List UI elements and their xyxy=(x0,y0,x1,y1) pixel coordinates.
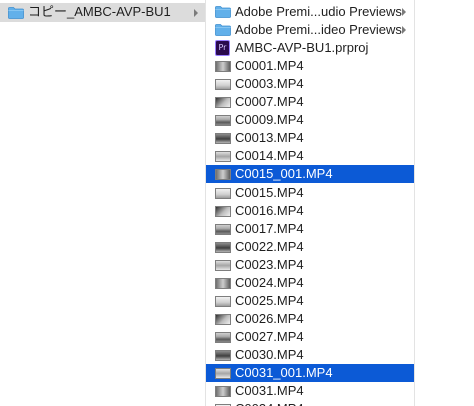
file-name-label: C0034.MP4 xyxy=(235,401,304,406)
file-name-label: C0026.MP4 xyxy=(235,310,304,326)
file-row[interactable]: C0001.MP4 xyxy=(206,57,414,75)
file-name-label: C0017.MP4 xyxy=(235,220,304,236)
file-name-label: C0015_001.MP4 xyxy=(235,166,333,182)
column-3[interactable] xyxy=(415,0,474,406)
file-name-label: C0016.MP4 xyxy=(235,202,304,218)
video-thumbnail-icon xyxy=(215,259,231,271)
file-name-label: C0007.MP4 xyxy=(235,94,304,110)
file-name-label: C0024.MP4 xyxy=(235,274,304,290)
file-row[interactable]: C0034.MP4 xyxy=(206,400,414,406)
file-row[interactable]: C0026.MP4 xyxy=(206,310,414,328)
file-row[interactable]: C0025.MP4 xyxy=(206,292,414,310)
folder-row[interactable]: Adobe Premi...ideo Previews xyxy=(206,21,414,39)
video-thumbnail-icon xyxy=(215,331,231,343)
video-thumbnail-icon xyxy=(215,349,231,361)
video-thumbnail-icon xyxy=(215,169,231,181)
column-2[interactable]: Adobe Premi...udio Previews Adobe Premi..… xyxy=(206,0,414,406)
column-1[interactable]: コピー_AMBC-AVP-BU1 xyxy=(0,0,205,406)
file-name-label: C0025.MP4 xyxy=(235,292,304,308)
file-row[interactable]: C0023.MP4 xyxy=(206,256,414,274)
video-thumbnail-icon xyxy=(215,295,231,307)
video-thumbnail-icon xyxy=(215,115,231,127)
video-thumbnail-icon xyxy=(215,277,231,289)
file-row[interactable]: C0014.MP4 xyxy=(206,147,414,165)
file-name-label: C0009.MP4 xyxy=(235,112,304,128)
folder-icon xyxy=(215,6,231,18)
file-name-label: C0013.MP4 xyxy=(235,130,304,146)
project-file-row[interactable]: Pr AMBC-AVP-BU1.prproj xyxy=(206,39,414,57)
video-thumbnail-icon xyxy=(215,61,231,73)
file-row[interactable]: C0030.MP4 xyxy=(206,346,414,364)
folder-icon xyxy=(8,7,24,19)
file-name-label: C0003.MP4 xyxy=(235,76,304,92)
file-row[interactable]: C0024.MP4 xyxy=(206,274,414,292)
video-thumbnail-icon xyxy=(215,241,231,253)
file-row[interactable]: C0016.MP4 xyxy=(206,202,414,220)
video-thumbnail-icon xyxy=(215,79,231,91)
video-thumbnail-icon xyxy=(215,97,231,109)
file-row[interactable]: C0022.MP4 xyxy=(206,238,414,256)
chevron-right-icon xyxy=(402,26,406,35)
file-name-label: Adobe Premi...ideo Previews xyxy=(235,22,402,38)
file-name-label: C0001.MP4 xyxy=(235,58,304,74)
file-row[interactable]: C0015_001.MP4 xyxy=(206,165,414,184)
video-thumbnail-icon xyxy=(215,386,231,398)
file-row[interactable]: C0003.MP4 xyxy=(206,75,414,93)
video-thumbnail-icon xyxy=(215,187,231,199)
file-row[interactable]: C0007.MP4 xyxy=(206,93,414,111)
file-name-label: C0015.MP4 xyxy=(235,184,304,200)
folder-row[interactable]: Adobe Premi...udio Previews xyxy=(206,3,414,21)
video-thumbnail-icon xyxy=(215,205,231,217)
file-row[interactable]: C0027.MP4 xyxy=(206,328,414,346)
video-thumbnail-icon xyxy=(215,368,231,379)
file-row[interactable]: C0031.MP4 xyxy=(206,382,414,400)
file-name-label: C0022.MP4 xyxy=(235,238,304,254)
file-row[interactable]: C0009.MP4 xyxy=(206,111,414,129)
file-name-label: AMBC-AVP-BU1.prproj xyxy=(235,40,369,56)
video-thumbnail-icon xyxy=(215,313,231,325)
file-name-label: C0014.MP4 xyxy=(235,148,304,164)
folder-icon xyxy=(215,24,231,36)
file-name-label: C0023.MP4 xyxy=(235,256,304,272)
file-name-label: C0031.MP4 xyxy=(235,383,304,399)
video-thumbnail-icon xyxy=(215,151,231,163)
chevron-right-icon xyxy=(194,9,198,17)
column1-folder-label: コピー_AMBC-AVP-BU1 xyxy=(28,4,171,19)
video-thumbnail-icon xyxy=(215,223,231,235)
file-name-label: C0031_001.MP4 xyxy=(235,365,333,380)
finder-column-view: コピー_AMBC-AVP-BU1 Adobe Premi...udio Prev… xyxy=(0,0,474,406)
video-thumbnail-icon xyxy=(215,133,231,145)
file-row[interactable]: C0015.MP4 xyxy=(206,184,414,202)
file-row[interactable]: C0017.MP4 xyxy=(206,220,414,238)
file-row[interactable]: C0031_001.MP4 xyxy=(206,364,414,382)
chevron-right-icon xyxy=(402,8,406,16)
file-row[interactable]: C0013.MP4 xyxy=(206,129,414,147)
file-name-label: Adobe Premi...udio Previews xyxy=(235,4,402,19)
premiere-project-icon: Pr xyxy=(215,40,230,57)
file-name-label: C0030.MP4 xyxy=(235,346,304,362)
file-name-label: C0027.MP4 xyxy=(235,328,304,344)
column1-folder-row[interactable]: コピー_AMBC-AVP-BU1 xyxy=(0,3,205,22)
